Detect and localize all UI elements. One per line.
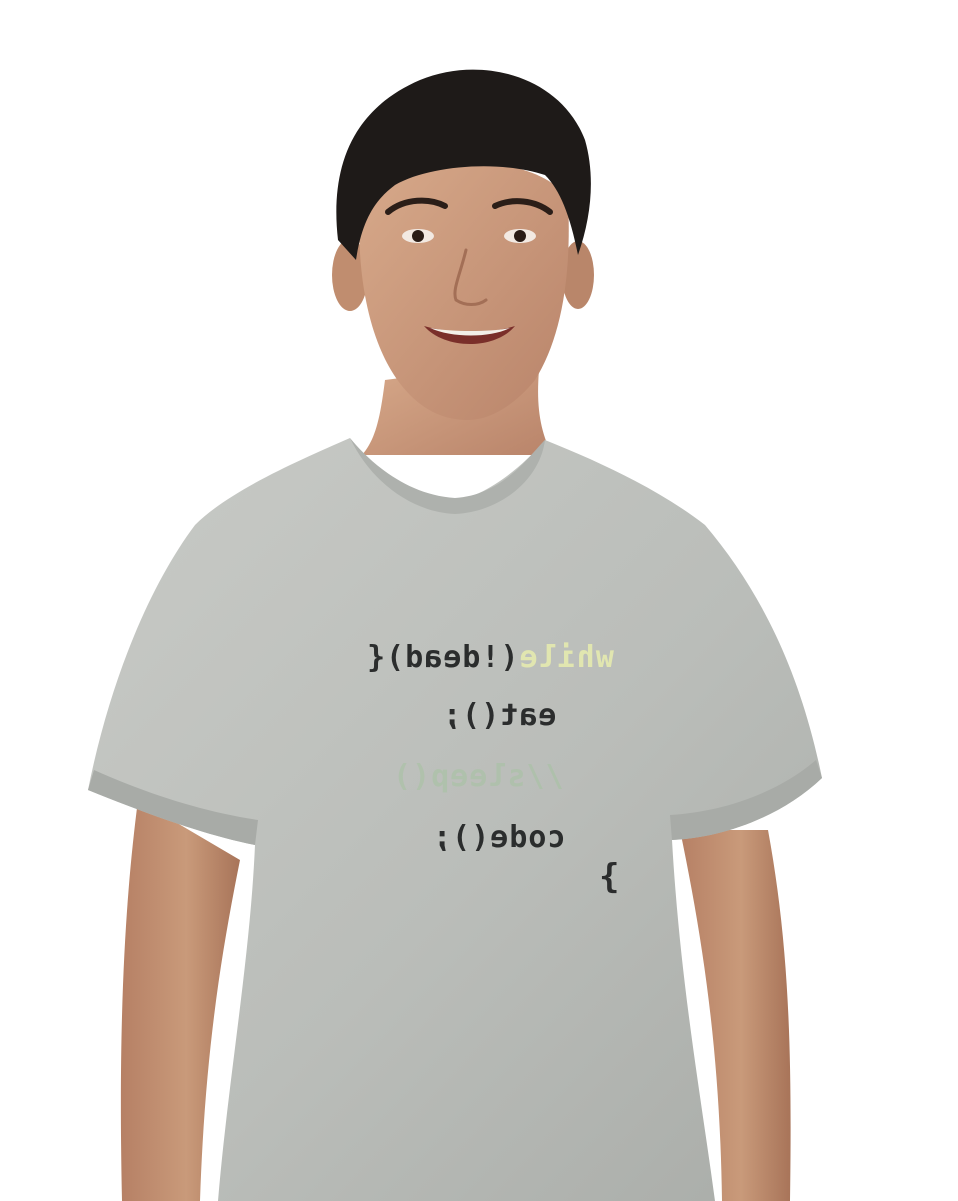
left-arm [120,800,240,1201]
right-pupil [514,230,526,242]
person [88,69,822,1201]
portrait-photo [88,69,822,1201]
left-pupil [412,230,424,242]
